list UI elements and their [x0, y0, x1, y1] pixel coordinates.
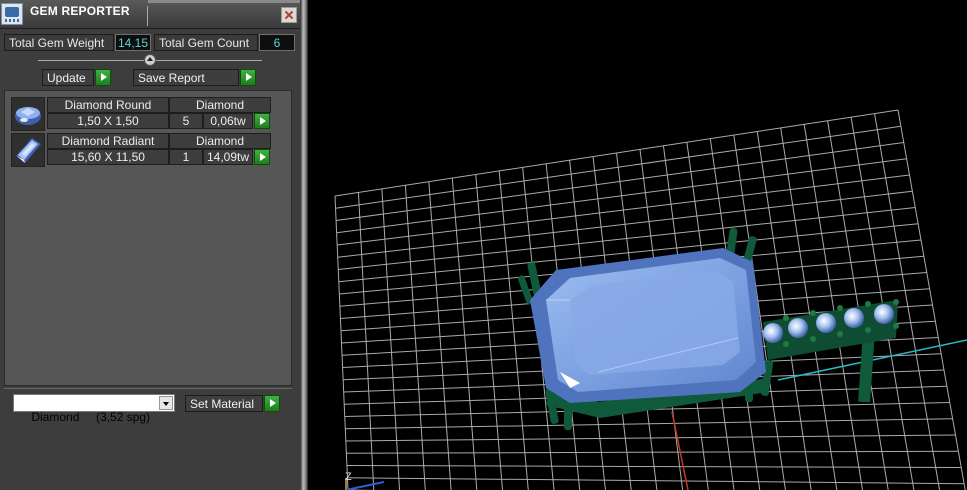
gem-reporter-panel: GEM REPORTER Total Gem Weight 14,15 Tota… [0, 0, 300, 490]
update-button[interactable]: Update [42, 69, 94, 86]
set-material-go-arrow-icon[interactable] [264, 395, 280, 412]
material-select-value: Diamond (3,52 spg) [31, 410, 151, 424]
gem-count: 1 [169, 149, 203, 165]
grid-line [874, 113, 941, 490]
gem-list: Diamond Round Diamond 1,50 X 1,50 5 0,06… [4, 90, 292, 386]
panel-splitter[interactable] [300, 0, 308, 490]
gem-material: Diamond [169, 97, 271, 113]
close-icon[interactable] [281, 7, 297, 23]
chevron-down-icon[interactable] [159, 396, 173, 410]
gem-size: 1,50 X 1,50 [47, 113, 169, 129]
gem-size: 15,60 X 11,50 [47, 149, 169, 165]
title-bar-separator [147, 6, 148, 26]
total-gem-weight-value: 14,15 [115, 34, 151, 51]
collapse-up-icon[interactable] [144, 54, 156, 66]
total-gem-weight-label: Total Gem Weight [4, 34, 114, 51]
update-go-arrow-icon[interactable] [95, 69, 111, 86]
gem-row[interactable]: Diamond Round Diamond 1,50 X 1,50 5 0,06… [11, 97, 271, 131]
grid-line [475, 174, 504, 490]
gem-row[interactable]: Diamond Radiant Diamond 15,60 X 11,50 1 … [11, 133, 271, 167]
center-stone [530, 248, 766, 403]
gem-count: 5 [169, 113, 203, 129]
gem-weight: 0,06tw [203, 113, 253, 129]
title-bar-edge [148, 0, 300, 3]
grid-line [498, 170, 529, 490]
gem-name: Diamond Round [47, 97, 169, 113]
gem-reporter-app-icon [1, 3, 23, 25]
total-gem-count-value: 6 [259, 34, 295, 51]
viewport-canvas: Z [334, 109, 967, 490]
window-title: GEM REPORTER [30, 4, 130, 18]
gem-name: Diamond Radiant [47, 133, 169, 149]
save-report-go-arrow-icon[interactable] [240, 69, 256, 86]
axis-indicator: Z [345, 471, 385, 490]
round-gem-icon [11, 97, 45, 131]
save-report-button[interactable]: Save Report [133, 69, 239, 86]
grid-line [897, 109, 966, 490]
material-select[interactable]: Diamond (3,52 spg) [13, 394, 175, 424]
title-bar: GEM REPORTER [0, 0, 300, 29]
radiant-gem-icon [11, 133, 45, 167]
grid-line [780, 127, 838, 490]
z-axis-label: Z [345, 471, 352, 483]
list-bottom-divider [4, 388, 292, 389]
gem-weight: 14,09tw [203, 149, 253, 165]
set-material-button[interactable]: Set Material [185, 395, 263, 412]
gem-select-arrow-icon[interactable] [254, 113, 270, 129]
gem-select-arrow-icon[interactable] [254, 149, 270, 165]
3d-viewport[interactable]: Z [308, 0, 967, 490]
gem-material: Diamond [169, 133, 271, 149]
total-gem-count-label: Total Gem Count [154, 34, 258, 51]
